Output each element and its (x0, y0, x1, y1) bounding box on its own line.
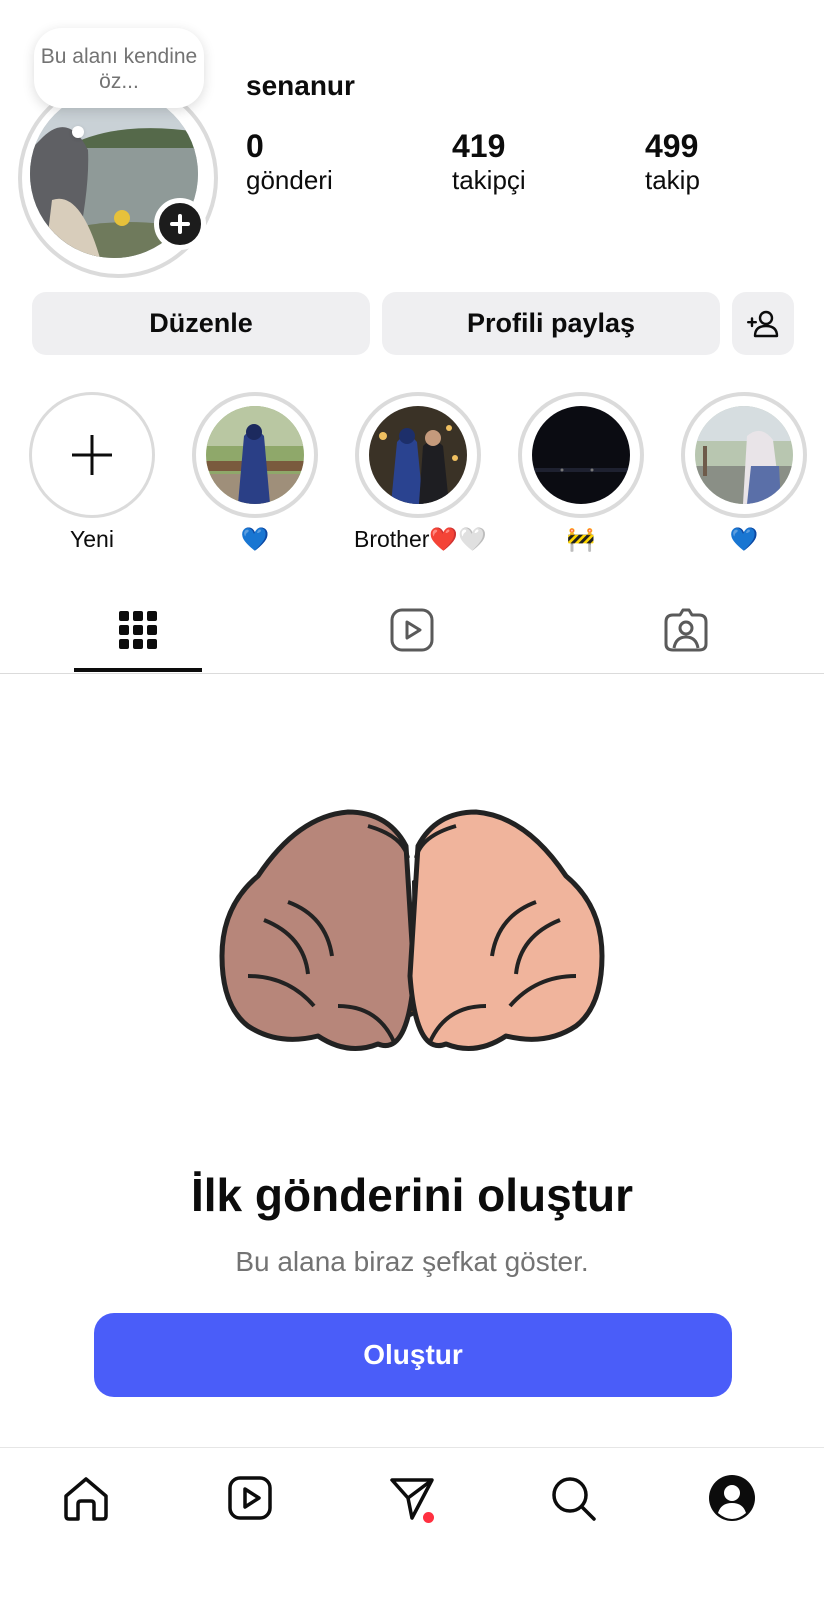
bottom-nav-divider (0, 1447, 824, 1448)
stat-followers-label: takipçi (452, 165, 526, 195)
highlight-cover (695, 406, 793, 504)
highlight-label: 🚧 (566, 526, 596, 552)
highlight-item[interactable]: 💙 (191, 392, 319, 553)
highlight-label: 💙 (240, 526, 270, 552)
plus-icon (170, 214, 190, 234)
stat-following[interactable]: 499 takip (645, 128, 700, 196)
note-bubble-tail (72, 126, 84, 138)
highlight-ring (681, 392, 807, 518)
share-profile-button[interactable]: Profili paylaş (382, 292, 720, 355)
notification-dot (423, 1512, 434, 1523)
highlight-cover (369, 406, 467, 504)
add-person-icon (747, 310, 779, 337)
create-post-button[interactable]: Oluştur (94, 1313, 732, 1397)
highlight-ring (192, 392, 318, 518)
highlight-label: 💙 (729, 526, 759, 552)
stat-followers[interactable]: 419 takipçi (452, 128, 526, 196)
tab-reels[interactable] (347, 600, 477, 660)
stat-followers-count: 419 (452, 128, 506, 164)
plus-icon (72, 435, 112, 475)
tab-divider (0, 673, 824, 674)
nav-search[interactable] (538, 1468, 608, 1528)
new-highlight-ring (29, 392, 155, 518)
highlight-new[interactable]: Yeni (28, 392, 156, 553)
highlight-item[interactable]: 🚧 (517, 392, 645, 553)
profile-note[interactable]: Bu alanı kendine öz... (34, 28, 204, 108)
nav-profile[interactable] (697, 1468, 767, 1528)
tab-posts-grid[interactable] (73, 600, 203, 660)
grid-icon (119, 611, 157, 649)
highlight-ring (355, 392, 481, 518)
highlight-label: Yeni (70, 526, 114, 552)
empty-state-subtitle: Bu alana biraz şefkat göster. (235, 1246, 589, 1277)
stat-following-count: 499 (645, 128, 699, 164)
tab-tagged[interactable] (621, 600, 751, 660)
tagged-icon (664, 608, 708, 652)
username: senanur (246, 70, 355, 101)
stat-posts[interactable]: 0 gönderi (246, 128, 333, 196)
active-tab-indicator (74, 668, 202, 672)
nav-direct[interactable] (377, 1468, 447, 1528)
empty-state-title: İlk gönderini oluştur (190, 1169, 634, 1221)
stat-following-label: takip (645, 165, 700, 195)
stat-posts-label: gönderi (246, 165, 333, 195)
highlight-item[interactable]: 💙 (680, 392, 808, 553)
profile-icon (709, 1475, 755, 1521)
highlight-label: Brother❤️🤍 (354, 526, 487, 552)
home-icon (64, 1477, 108, 1521)
reels-icon (390, 608, 434, 652)
nav-home[interactable] (51, 1468, 121, 1528)
profile-avatar[interactable] (18, 78, 218, 278)
highlight-cover (532, 406, 630, 504)
search-icon (552, 1477, 596, 1521)
discover-people-button[interactable] (732, 292, 794, 355)
heart-hands-illustration (218, 806, 606, 1076)
highlight-cover (206, 406, 304, 504)
edit-profile-button[interactable]: Düzenle (32, 292, 370, 355)
stat-posts-count: 0 (246, 128, 264, 164)
nav-reels[interactable] (215, 1468, 285, 1528)
add-story-button[interactable] (154, 198, 206, 250)
highlight-ring (518, 392, 644, 518)
highlight-item[interactable]: Brother❤️🤍 (354, 392, 487, 553)
reels-icon (228, 1476, 272, 1520)
